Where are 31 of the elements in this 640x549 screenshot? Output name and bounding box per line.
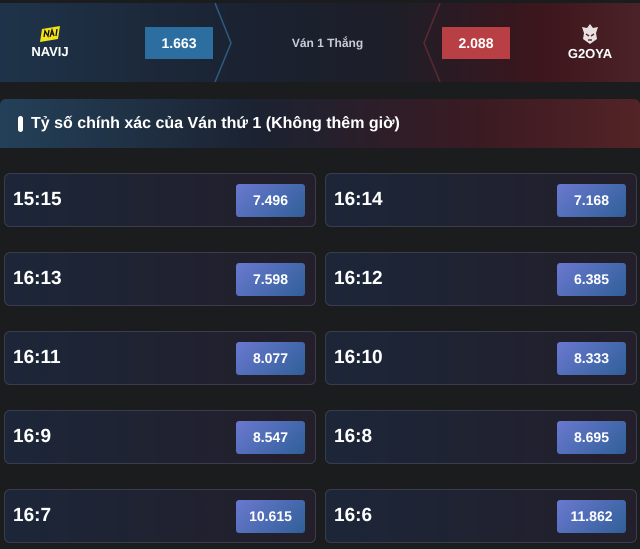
score-label: 16:9 <box>13 426 52 448</box>
market-label: Ván 1 Thắng <box>292 36 364 50</box>
odds-button[interactable]: 7.598 <box>236 262 305 296</box>
accent-bar <box>18 116 23 132</box>
score-label: 16:8 <box>334 426 372 448</box>
chevron-icon <box>213 3 233 82</box>
odds-button[interactable]: 8.333 <box>557 342 626 374</box>
odds-button[interactable]: 11.862 <box>557 500 626 532</box>
odds-button[interactable]: 2.088 <box>442 26 510 58</box>
section-title: Tỷ số chính xác của Ván thứ 1 (Không thêm giờ) <box>31 114 400 132</box>
score-label: 16:10 <box>334 347 383 369</box>
odds-button[interactable]: 1.663 <box>145 26 213 58</box>
odds-button[interactable]: 8.695 <box>557 420 626 454</box>
score-label: 16:7 <box>13 505 52 527</box>
score-label: 16:6 <box>334 505 372 527</box>
team-logo-icon <box>39 26 61 42</box>
score-label: 15:15 <box>13 189 62 211</box>
team-name: NAVIJ <box>31 44 69 59</box>
odds-button[interactable]: 6.385 <box>557 262 626 296</box>
odds-button[interactable]: 8.077 <box>236 342 305 374</box>
odds-button[interactable]: 10.615 <box>236 500 305 532</box>
odds-button[interactable]: 7.496 <box>236 184 305 216</box>
score-label: 16:14 <box>334 189 383 211</box>
score-label: 16:11 <box>13 347 61 369</box>
odds-button[interactable]: 7.168 <box>557 184 626 216</box>
odds-button[interactable]: 8.547 <box>236 420 305 454</box>
chevron-icon <box>422 3 442 82</box>
score-label: 16:13 <box>13 268 62 290</box>
team-logo-icon <box>580 24 600 44</box>
score-label: 16:12 <box>334 268 383 290</box>
team-name: G2OYA <box>568 46 612 61</box>
